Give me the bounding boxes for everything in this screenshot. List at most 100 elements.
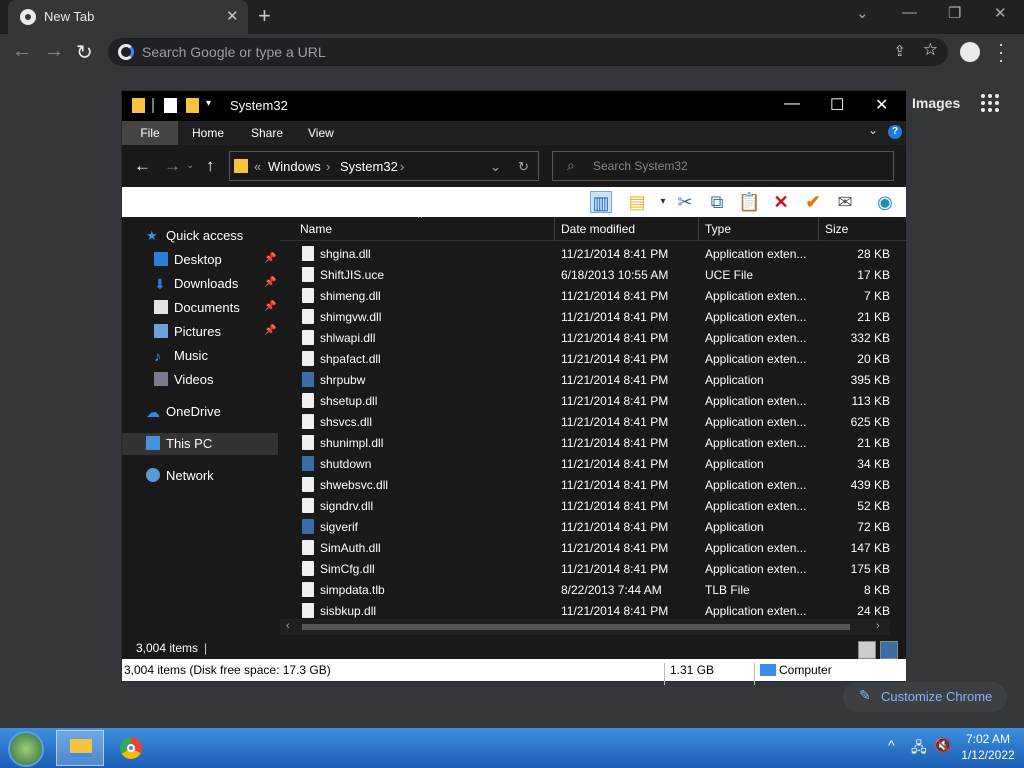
pin-icon[interactable]: 📌 xyxy=(264,325,276,336)
email-icon[interactable]: ✉ xyxy=(834,191,856,213)
details-view-icon[interactable] xyxy=(858,641,876,659)
minimize-icon[interactable]: — xyxy=(902,4,917,21)
close-icon[interactable]: ✕ xyxy=(875,95,888,115)
up-icon[interactable]: ↑ xyxy=(206,156,215,176)
table-row[interactable]: shgina.dll 11/21/2014 8:41 PM Application … xyxy=(280,243,890,264)
chrome-menu-icon[interactable]: · · · xyxy=(998,35,1006,69)
google-apps-icon[interactable] xyxy=(981,94,999,112)
volume-muted-icon[interactable]: 🔇 xyxy=(934,737,951,754)
breadcrumb-overflow[interactable]: « xyxy=(254,159,261,174)
table-row[interactable]: shsvcs.dll 11/21/2014 8:41 PM Application … xyxy=(280,411,890,432)
paste-icon[interactable]: 📋 xyxy=(738,191,760,213)
properties-icon[interactable] xyxy=(164,98,177,113)
table-row[interactable]: shpafact.dll 11/21/2014 8:41 PM Applicatio… xyxy=(280,348,890,369)
taskbar-chrome[interactable] xyxy=(106,730,154,766)
scroll-right-icon[interactable]: › xyxy=(876,620,880,632)
profile-avatar-icon[interactable] xyxy=(960,42,980,62)
taskbar-explorer[interactable] xyxy=(56,730,104,766)
column-name[interactable]: Name xyxy=(300,222,332,236)
sidebar-item-videos[interactable]: Videos xyxy=(122,369,278,391)
cut-icon[interactable]: ✂ xyxy=(674,191,696,213)
refresh-icon[interactable]: ↻ xyxy=(518,159,529,175)
customize-chrome-button[interactable]: ✎ Customize Chrome xyxy=(843,682,1007,712)
table-row[interactable]: shlwapi.dll 11/21/2014 8:41 PM Application… xyxy=(280,327,890,348)
table-row[interactable]: simpdata.tlb 8/22/2013 7:44 AM TLB File 8 K… xyxy=(280,579,890,600)
sidebar-item-desktop[interactable]: Desktop 📌 xyxy=(122,249,278,271)
forward-icon[interactable]: → xyxy=(164,156,181,176)
rename-icon[interactable]: ✔ xyxy=(802,191,824,213)
table-row[interactable]: SimCfg.dll 11/21/2014 8:41 PM Application … xyxy=(280,558,890,579)
table-row[interactable]: sisbkup.dll 11/21/2014 8:41 PM Application… xyxy=(280,600,890,621)
tab-share[interactable]: Share xyxy=(251,126,283,140)
breadcrumb-system32[interactable]: System32 xyxy=(340,159,398,174)
minimize-icon[interactable]: — xyxy=(784,95,800,113)
folder-options-icon[interactable]: ▤ xyxy=(626,191,648,213)
restore-icon[interactable]: ❐ xyxy=(948,4,961,22)
table-row[interactable]: shunimpl.dll 11/21/2014 8:41 PM Applicatio… xyxy=(280,432,890,453)
back-icon[interactable]: ← xyxy=(134,156,151,176)
tab-view[interactable]: View xyxy=(308,126,334,140)
breadcrumb-windows[interactable]: Windows xyxy=(268,159,321,174)
address-bar[interactable]: « Windows › System32 › ⌄ ↻ xyxy=(229,151,539,181)
sidebar-item-quick-access[interactable]: ★ Quick access xyxy=(122,225,278,247)
tab-new-tab[interactable]: New Tab ✕ xyxy=(8,0,248,34)
close-tab-icon[interactable]: ✕ xyxy=(226,7,239,25)
sidebar-item-this-pc[interactable]: This PC xyxy=(122,433,278,455)
share-icon[interactable]: ⇪ xyxy=(893,42,906,60)
network-tray-icon[interactable]: 🖧 xyxy=(911,737,927,761)
table-row[interactable]: SimAuth.dll 11/21/2014 8:41 PM Application… xyxy=(280,537,890,558)
column-size[interactable]: Size xyxy=(825,222,848,236)
scrollbar-thumb[interactable] xyxy=(302,624,850,630)
scroll-left-icon[interactable]: ‹ xyxy=(286,620,290,632)
shell-icon[interactable]: ◉ xyxy=(874,191,896,213)
horizontal-scrollbar[interactable]: ‹ › xyxy=(280,619,890,635)
column-type[interactable]: Type xyxy=(705,222,731,236)
omnibox[interactable]: Search Google or type a URL ⇪ ☆ xyxy=(108,38,948,66)
large-icons-view-icon[interactable] xyxy=(880,641,898,659)
options-dropdown-icon[interactable]: ▾ xyxy=(652,191,674,213)
clock[interactable]: 7:02 AM 1/12/2022 xyxy=(958,731,1018,763)
table-row[interactable]: shimgvw.dll 11/21/2014 8:41 PM Application… xyxy=(280,306,890,327)
copy-icon[interactable]: ⧉ xyxy=(706,191,728,213)
search-input[interactable]: ⌕ Search System32 xyxy=(552,151,894,181)
breadcrumb-separator-icon[interactable]: › xyxy=(400,159,404,174)
start-button[interactable] xyxy=(8,731,44,767)
table-row[interactable]: ShiftJIS.uce 6/18/2013 10:55 AM UCE File 17… xyxy=(280,264,890,285)
tab-file[interactable]: File xyxy=(122,121,178,145)
divider[interactable] xyxy=(818,217,819,241)
new-tab-button[interactable]: + xyxy=(258,3,271,29)
images-link[interactable]: Images xyxy=(912,95,960,111)
sidebar-item-pictures[interactable]: Pictures 📌 xyxy=(122,321,278,343)
bookmark-star-icon[interactable]: ☆ xyxy=(923,40,938,60)
divider[interactable] xyxy=(698,217,699,241)
sidebar-item-downloads[interactable]: ⬇ Downloads 📌 xyxy=(122,273,278,295)
divider[interactable] xyxy=(554,217,555,241)
table-row[interactable]: sigverif 11/21/2014 8:41 PM Application 72 … xyxy=(280,516,890,537)
expand-ribbon-icon[interactable]: ⌄ xyxy=(868,123,878,137)
tab-search-icon[interactable]: ⌄ xyxy=(856,4,869,22)
column-date-modified[interactable]: Date modified xyxy=(561,222,635,236)
delete-icon[interactable]: ✕ xyxy=(770,191,792,213)
recent-locations-icon[interactable]: ⌄ xyxy=(186,160,194,171)
table-row[interactable]: signdrv.dll 11/21/2014 8:41 PM Application… xyxy=(280,495,890,516)
breadcrumb-separator-icon[interactable]: › xyxy=(326,159,330,174)
new-folder-icon[interactable] xyxy=(186,98,199,113)
reload-icon[interactable]: ↻ xyxy=(76,40,93,65)
show-hidden-icons-icon[interactable]: ^ xyxy=(888,737,895,753)
help-icon[interactable]: ? xyxy=(888,125,902,139)
sidebar-item-network[interactable]: Network xyxy=(122,465,278,487)
close-window-icon[interactable]: ✕ xyxy=(994,4,1007,22)
address-dropdown-icon[interactable]: ⌄ xyxy=(490,159,501,175)
qat-dropdown-icon[interactable]: ▾ xyxy=(206,98,219,113)
table-row[interactable]: shsetup.dll 11/21/2014 8:41 PM Application… xyxy=(280,390,890,411)
table-row[interactable]: shwebsvc.dll 11/21/2014 8:41 PM Applicatio… xyxy=(280,474,890,495)
back-icon[interactable]: ← xyxy=(12,40,32,63)
pin-icon[interactable]: 📌 xyxy=(264,253,276,264)
table-row[interactable]: shutdown 11/21/2014 8:41 PM Application 34 … xyxy=(280,453,890,474)
forward-icon[interactable]: → xyxy=(44,40,64,63)
preview-pane-icon[interactable]: ▥ xyxy=(590,191,612,213)
sidebar-item-documents[interactable]: Documents 📌 xyxy=(122,297,278,319)
table-row[interactable]: shimeng.dll 11/21/2014 8:41 PM Application… xyxy=(280,285,890,306)
maximize-icon[interactable]: ☐ xyxy=(830,95,844,115)
pin-icon[interactable]: 📌 xyxy=(264,277,276,288)
